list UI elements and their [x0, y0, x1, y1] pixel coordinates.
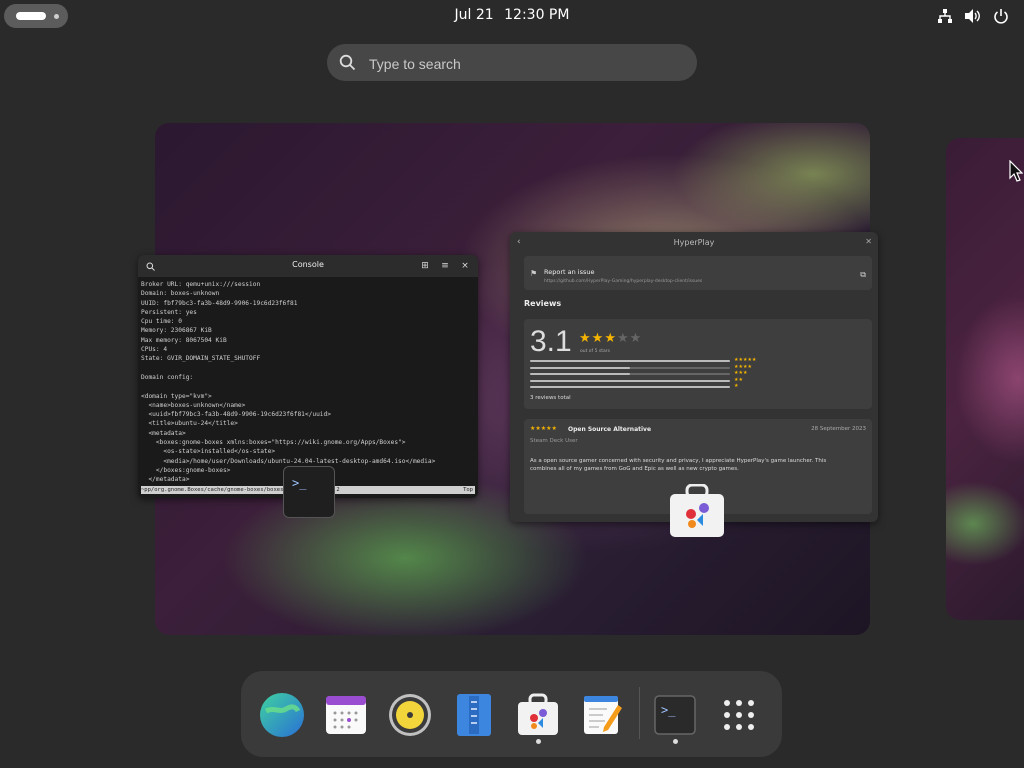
console-line: Domain config: [141, 373, 194, 381]
rating-bar-row: ★ [530, 383, 760, 390]
console-line: CPUs: 4 [141, 346, 168, 354]
star-filled-icon: ★ [591, 331, 605, 346]
running-indicator [673, 739, 678, 744]
file-archive-icon[interactable] [450, 691, 498, 739]
report-issue-row[interactable]: ⚑ Report an issue https://github.com/Hyp… [524, 256, 872, 290]
console-line: Persistent: yes [141, 308, 197, 316]
dock-separator [639, 687, 640, 739]
report-issue-url: https://github.com/HyperPlay-Gaming/hype… [544, 279, 703, 284]
rating-bar-fill [530, 386, 730, 388]
rating-distribution: ★★★★★ ★★★★ ★★★ ★★ ★ [530, 357, 760, 392]
power-icon[interactable] [992, 7, 1010, 25]
terminal-icon[interactable]: >_ [651, 691, 699, 739]
report-issue-label: Report an issue [544, 268, 595, 276]
console-line: State: GVIR_DOMAIN_STATE_SHUTOFF [141, 355, 261, 363]
console-line: <name>boxes-unknown</name> [141, 401, 246, 409]
console-line: <domain type="kvm"> [141, 392, 212, 400]
dock: >_ [241, 671, 782, 757]
console-app-icon: >_ [283, 466, 335, 518]
search-icon [339, 54, 356, 75]
new-tab-icon[interactable]: ⊞ [418, 259, 432, 273]
rating-score: 3.1 [530, 325, 572, 358]
hyperplay-title: HyperPlay [673, 238, 715, 247]
top-bar: Jul 21 12:30 PM [0, 0, 1024, 32]
report-icon: ⚑ [530, 269, 538, 278]
rating-bar-fill [530, 379, 730, 382]
review-text: As a open source gamer concerned with se… [530, 458, 827, 472]
music-player-icon[interactable] [386, 691, 434, 739]
console-line: Memory: 2306867 KiB [141, 327, 212, 335]
reviews-total: 3 reviews total [530, 395, 571, 401]
search-input[interactable] [367, 44, 681, 83]
running-indicator [536, 739, 541, 744]
console-line: Cpu time: 0 [141, 318, 182, 326]
rating-summary: 3.1 ★★★★★ out of 5 stars ★★★★★ ★★★★ ★★★ ★★ ★… [524, 319, 872, 409]
console-line: Domain: boxes-unknown [141, 290, 220, 298]
console-line: <title>ubuntu-24</title> [141, 420, 238, 428]
review-author: Steam Deck User [530, 438, 578, 444]
console-status-position: Top [463, 487, 473, 493]
rating-bar-row: ★★★★★ [530, 357, 760, 364]
rating-bar-fill [530, 373, 630, 375]
clock[interactable]: Jul 21 12:30 PM [0, 7, 1024, 23]
console-line: <os-state>installed</os-state> [141, 448, 276, 456]
console-header: Console ⊞ ≡ × [138, 255, 478, 277]
search-bar[interactable] [327, 44, 697, 83]
clock-date: Jul 21 [454, 7, 494, 23]
console-line: <metadata> [141, 429, 186, 437]
rating-bar-fill [530, 360, 730, 362]
system-status-area[interactable] [936, 7, 1010, 25]
menu-icon[interactable]: ≡ [438, 259, 452, 273]
star-empty-icon: ★ [616, 331, 630, 346]
star-empty-icon: ★ [629, 331, 643, 346]
rating-bar-row: ★★ [530, 377, 760, 384]
rating-bar-label: ★ [734, 383, 739, 389]
app-grid-icon[interactable] [715, 691, 763, 739]
close-icon[interactable]: ✕ [865, 237, 872, 246]
clock-time: 12:30 PM [504, 7, 570, 23]
console-line: <boxes:gnome-boxes xmlns:boxes="https://… [141, 439, 406, 447]
console-line: <media>/home/user/Downloads/ubuntu-24.04… [141, 457, 436, 465]
rating-stars: ★★★★★ [579, 331, 642, 346]
review-date: 28 September 2023 [811, 426, 866, 432]
hyperplay-header: ‹ HyperPlay ✕ [510, 232, 878, 254]
review-stars: ★★★★★ [530, 425, 557, 432]
console-line: UUID: fbf79bc3-fa3b-48d9-9906-19c6d23f6f… [141, 299, 298, 307]
mouse-cursor-icon [1009, 159, 1024, 186]
text-editor-icon[interactable] [578, 691, 626, 739]
terminal-prompt-icon: >_ [292, 476, 307, 490]
rating-out-of: out of 5 stars [580, 349, 610, 354]
rating-bar-row: ★★★★ [530, 364, 760, 371]
console-line: Max memory: 8067504 KiB [141, 336, 227, 344]
star-filled-icon: ★ [604, 331, 617, 346]
svg-text:>_: >_ [661, 703, 676, 717]
console-line: Broker URL: qemu+unix:///session [141, 281, 261, 288]
next-workspace-thumbnail[interactable] [946, 138, 1024, 620]
volume-icon[interactable] [964, 7, 982, 25]
external-link-icon: ⧉ [860, 270, 866, 279]
console-line: <uuid>fbf79bc3-fa3b-48d9-9906-19c6d23f6f… [141, 411, 331, 419]
software-store-icon[interactable] [514, 691, 562, 739]
web-browser-icon[interactable] [258, 691, 306, 739]
software-store-app-icon [669, 483, 725, 538]
network-icon[interactable] [936, 7, 954, 25]
review-title: Open Source Alternative [568, 426, 652, 433]
close-icon[interactable]: × [458, 259, 472, 273]
reviews-heading: Reviews [524, 299, 562, 308]
rating-bar-row: ★★★ [530, 370, 760, 377]
console-output[interactable]: Broker URL: qemu+unix:///session Domain: … [138, 277, 478, 488]
console-window[interactable]: Console ⊞ ≡ × Broker URL: qemu+unix:///s… [138, 255, 478, 498]
hyperplay-window[interactable]: ‹ HyperPlay ✕ ⚑ Report an issue https://… [510, 232, 878, 522]
rating-bar-fill [530, 366, 630, 369]
calendar-icon[interactable] [322, 691, 370, 739]
star-filled-icon: ★ [579, 331, 592, 346]
